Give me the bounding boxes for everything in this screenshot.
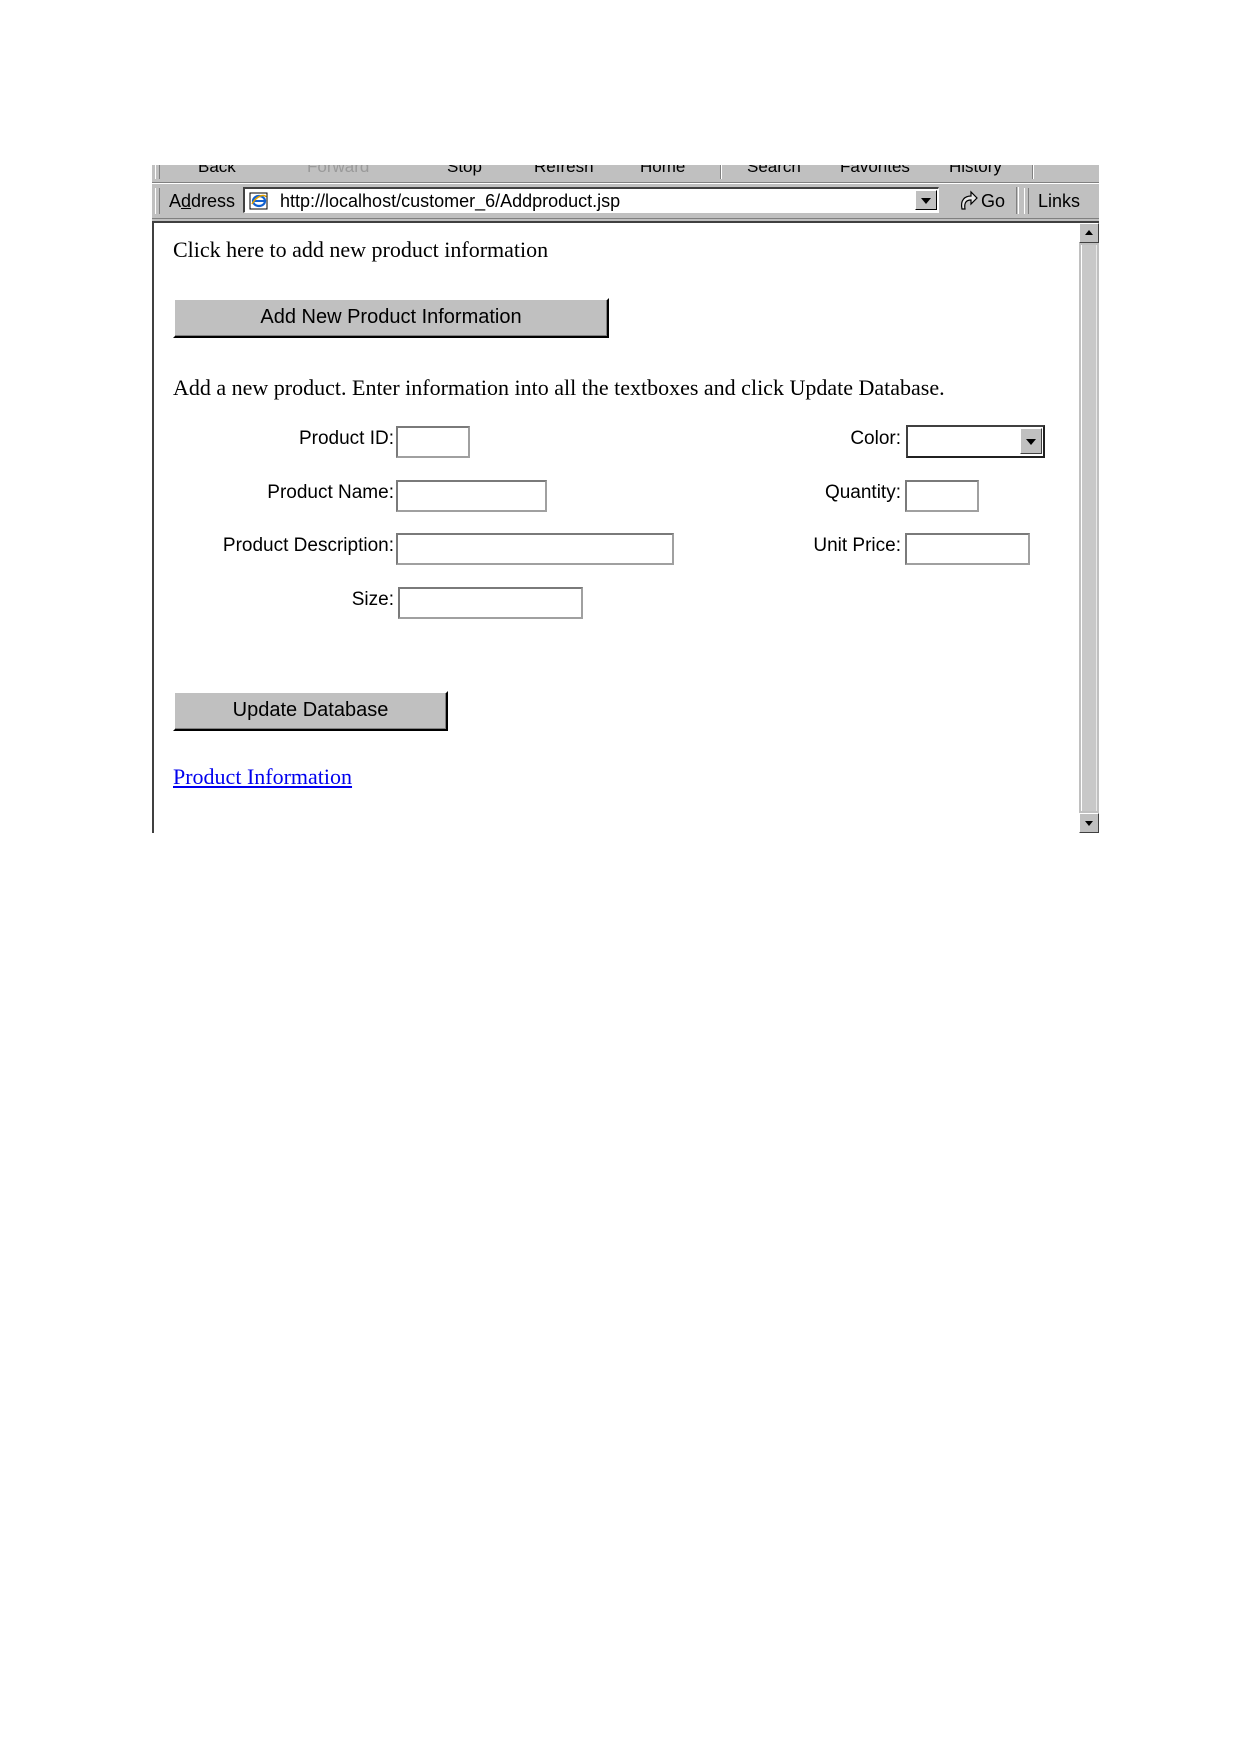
update-database-button[interactable]: Update Database xyxy=(173,691,448,731)
unit-price-label: Unit Price: xyxy=(813,535,901,556)
forward-button: Forward xyxy=(307,165,370,176)
go-arrow-icon xyxy=(960,190,978,210)
history-button[interactable]: History xyxy=(949,165,1002,177)
address-label: Address xyxy=(169,191,236,211)
add-new-product-button[interactable]: Add New Product Information xyxy=(173,298,609,338)
address-bar: Address http://localhost/customer_6/Addp… xyxy=(152,183,1099,219)
refresh-button[interactable]: Refresh xyxy=(534,165,594,177)
stop-button[interactable]: Stop xyxy=(447,165,482,177)
quantity-input[interactable] xyxy=(905,480,979,512)
scrollbar-track[interactable] xyxy=(1081,245,1097,811)
go-button[interactable]: Go xyxy=(951,187,1013,213)
go-label: Go xyxy=(981,191,1006,211)
color-select[interactable] xyxy=(906,425,1045,458)
size-input[interactable] xyxy=(398,587,583,619)
size-label: Size: xyxy=(351,589,394,610)
home-button[interactable]: Home xyxy=(640,165,685,177)
links-grip[interactable] xyxy=(1024,188,1029,214)
intro-text: Click here to add new product informatio… xyxy=(173,237,549,262)
unit-price-input[interactable] xyxy=(905,533,1030,565)
instructions-text: Add a new product. Enter information int… xyxy=(173,375,945,400)
address-dropdown-button[interactable] xyxy=(915,190,937,210)
product-description-label: Product Description: xyxy=(222,535,394,556)
color-label: Color: xyxy=(850,428,901,449)
page-content: Click here to add new product informatio… xyxy=(154,223,1079,833)
browser-window: Back Forward Stop Refresh Home Search Fa… xyxy=(152,165,1099,833)
search-button[interactable]: Search xyxy=(747,165,801,177)
color-dropdown-arrow[interactable] xyxy=(1020,428,1042,454)
ie-page-icon xyxy=(249,192,268,210)
vertical-scrollbar[interactable] xyxy=(1079,223,1099,833)
links-button[interactable]: Links xyxy=(1038,191,1080,212)
product-description-input[interactable] xyxy=(396,533,674,565)
product-name-label: Product Name: xyxy=(267,482,394,503)
toolbar-separator xyxy=(1032,165,1034,179)
product-id-label: Product ID: xyxy=(298,428,394,449)
back-button[interactable]: Back xyxy=(198,165,236,177)
address-input[interactable]: http://localhost/customer_6/Addproduct.j… xyxy=(243,187,939,213)
product-name-input[interactable] xyxy=(396,480,547,512)
quantity-label: Quantity: xyxy=(824,482,901,503)
standard-toolbar: Back Forward Stop Refresh Home Search Fa… xyxy=(152,165,1099,183)
product-information-link[interactable]: Product Information xyxy=(173,764,352,790)
product-id-input[interactable] xyxy=(396,426,470,458)
page-viewport: Click here to add new product informatio… xyxy=(152,221,1099,833)
favorites-button[interactable]: Favorites xyxy=(840,165,910,177)
toolbar-separator xyxy=(720,165,722,179)
address-url[interactable]: http://localhost/customer_6/Addproduct.j… xyxy=(280,191,620,212)
address-bar-grip[interactable] xyxy=(155,188,160,214)
toolbar-grip[interactable] xyxy=(155,165,160,179)
scroll-up-button[interactable] xyxy=(1079,223,1099,243)
go-separator xyxy=(1016,187,1019,214)
scroll-down-button[interactable] xyxy=(1079,813,1099,833)
